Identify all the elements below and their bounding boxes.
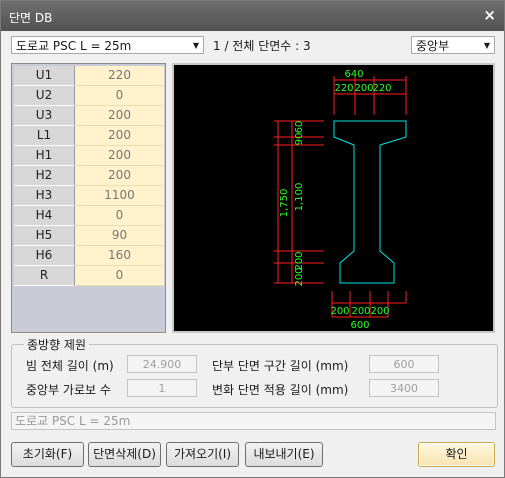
param-value[interactable]: 1100 <box>75 186 164 206</box>
param-row-h5: H5 90 <box>14 226 164 246</box>
window-title: 단면 DB <box>9 11 53 25</box>
param-label: U3 <box>14 106 75 126</box>
param-label: R <box>14 266 75 286</box>
param-row-r: R 0 <box>14 266 164 286</box>
dim-top-part: 220 <box>334 83 353 94</box>
section-count: 1 / 전체 단면수 : 3 <box>213 39 311 53</box>
dim-top-part: 220 <box>372 83 391 94</box>
section-name-field[interactable]: 도로교 PSC L = 25m <box>11 412 496 430</box>
param-value[interactable]: 200 <box>75 106 164 126</box>
section-drawing: 640 220 200 220 200 200 200 600 1,750 90… <box>172 63 495 333</box>
end-section-field[interactable]: 600 <box>369 355 439 373</box>
param-label: H5 <box>14 226 75 246</box>
section-db-dialog: 단면 DB × 도로교 PSC L = 25m ▼ 1 / 전체 단면수 : 3… <box>0 0 505 478</box>
param-value[interactable]: 0 <box>75 266 164 286</box>
parameter-grid: U1 220 U2 0 U3 200 L1 200 H1 200 H2 200 … <box>11 63 166 333</box>
param-row-l1: L1 200 <box>14 126 164 146</box>
crossbeam-label: 중앙부 가로보 수 <box>26 383 111 397</box>
beam-length-label: 빔 전체 길이 (m) <box>26 359 114 373</box>
param-label: U1 <box>14 66 75 86</box>
close-icon[interactable]: × <box>483 6 496 24</box>
param-label: H2 <box>14 166 75 186</box>
dim-top-part: 200 <box>354 83 373 94</box>
param-label: H4 <box>14 206 75 226</box>
param-row-u2: U2 0 <box>14 86 164 106</box>
import-button[interactable]: 가져오기(I) <box>166 442 239 467</box>
section-drawing-svg: 640 220 200 220 200 200 200 600 1,750 90… <box>274 69 407 331</box>
transition-field[interactable]: 3400 <box>369 379 439 397</box>
crossbeam-field[interactable]: 1 <box>127 379 197 397</box>
title-bar: 단면 DB × <box>1 1 504 31</box>
dim-left-part: 90 <box>294 133 305 146</box>
chevron-down-icon: ▼ <box>192 41 199 50</box>
param-value[interactable]: 220 <box>75 66 164 86</box>
param-label: H3 <box>14 186 75 206</box>
i-girder-outline <box>333 120 407 284</box>
dim-top-total: 640 <box>344 69 363 80</box>
beam-length-field[interactable]: 24.900 <box>127 355 197 373</box>
param-row-h4: H4 0 <box>14 206 164 226</box>
param-label: H1 <box>14 146 75 166</box>
position-select[interactable]: 중앙부 ▼ <box>411 36 495 54</box>
param-row-h2: H2 200 <box>14 166 164 186</box>
section-select[interactable]: 도로교 PSC L = 25m ▼ <box>11 36 204 54</box>
position-select-value: 중앙부 <box>416 39 450 53</box>
param-row-h3: H3 1100 <box>14 186 164 206</box>
param-value[interactable]: 200 <box>75 126 164 146</box>
dim-bottom-total: 600 <box>350 320 369 331</box>
dim-bottom-part: 200 <box>370 306 389 317</box>
param-row-h1: H1 200 <box>14 146 164 166</box>
param-label: H6 <box>14 246 75 266</box>
param-label: U2 <box>14 86 75 106</box>
dim-left-part: 60 <box>294 121 305 134</box>
dim-bottom-part: 200 <box>351 306 370 317</box>
dim-left-mid: 1,100 <box>294 183 305 212</box>
transition-label: 변화 단면 적용 길이 (mm) <box>212 383 349 397</box>
longitudinal-group: 종방향 제원 빔 전체 길이 (m) 24.900 단부 단면 구간 길이 (m… <box>11 336 498 408</box>
dim-bottom-part: 200 <box>330 306 349 317</box>
dim-left-total: 1,750 <box>279 189 290 218</box>
param-row-h6: H6 160 <box>14 246 164 266</box>
param-value[interactable]: 0 <box>75 86 164 106</box>
param-label: L1 <box>14 126 75 146</box>
param-value[interactable]: 200 <box>75 166 164 186</box>
param-value[interactable]: 200 <box>75 146 164 166</box>
chevron-down-icon: ▼ <box>483 41 490 50</box>
export-button[interactable]: 내보내기(E) <box>245 442 323 467</box>
delete-section-button[interactable]: 단면삭제(D) <box>88 442 161 467</box>
ok-button[interactable]: 확인 <box>418 442 495 467</box>
param-row-u3: U3 200 <box>14 106 164 126</box>
param-row-u1: U1 220 <box>14 66 164 86</box>
dim-left-part: 200 <box>294 267 305 286</box>
section-select-value: 도로교 PSC L = 25m <box>16 39 132 53</box>
param-value[interactable]: 160 <box>75 246 164 266</box>
end-section-label: 단부 단면 구간 길이 (mm) <box>212 359 349 373</box>
group-title: 종방향 제원 <box>24 336 90 353</box>
param-value[interactable]: 0 <box>75 206 164 226</box>
reset-button[interactable]: 초기화(F) <box>11 442 84 467</box>
param-value[interactable]: 90 <box>75 226 164 246</box>
